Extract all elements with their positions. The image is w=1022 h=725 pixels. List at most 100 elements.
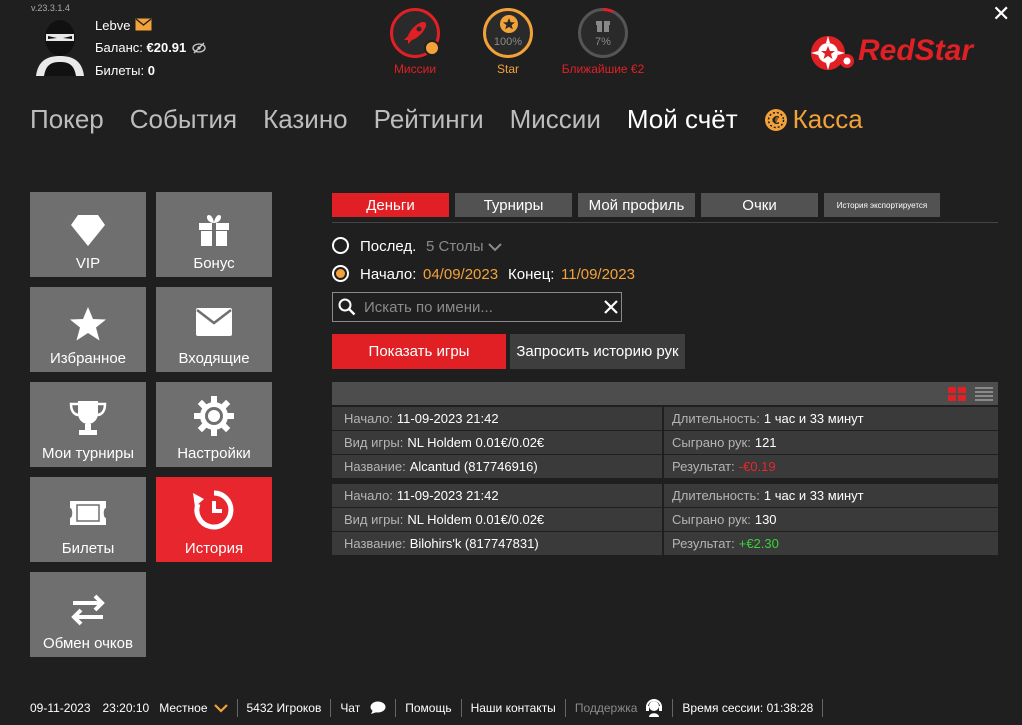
brand-logo: RedStar	[858, 34, 974, 67]
nav-my-account[interactable]: Мой счёт	[627, 104, 738, 135]
star-icon	[70, 307, 106, 341]
footer-time: 23:20:10	[102, 700, 150, 715]
tile-my-tournaments[interactable]: Мои турниры	[30, 382, 146, 467]
chat-button[interactable]: Чат	[340, 701, 386, 715]
tile-label: Билеты	[61, 540, 115, 557]
chat-bubble-icon	[370, 701, 386, 714]
grid-view-icon[interactable]	[948, 387, 966, 401]
start-date[interactable]: 04/09/2023	[423, 266, 498, 283]
footer-date: 09-11-2023	[30, 700, 91, 715]
tab-tournaments[interactable]: Турниры	[455, 193, 572, 217]
nav-events[interactable]: События	[130, 104, 237, 135]
nav-cashier-label: Касса	[792, 104, 863, 134]
bell-icon	[424, 40, 440, 56]
tab-points[interactable]: Очки	[701, 193, 818, 217]
close-icon[interactable]: ✕	[992, 3, 1010, 25]
nearest-reward-widget[interactable]: 7%	[578, 8, 628, 58]
support-link[interactable]: Поддержка	[575, 701, 638, 715]
tile-vip[interactable]: VIP	[30, 192, 146, 277]
last-count-select[interactable]: 5 Столы	[426, 238, 502, 255]
table-row[interactable]: Начало: 11-09-2023 21:42 Длительность: 1 ч…	[332, 407, 998, 430]
nav-cashier[interactable]: € Касса	[764, 104, 889, 135]
table-row[interactable]: Название: Bilohirs'k (817747831) Результа…	[332, 532, 998, 555]
username[interactable]: Lebve	[95, 18, 130, 33]
nav-missions[interactable]: Миссии	[510, 104, 601, 135]
divider	[564, 698, 566, 717]
radio-last[interactable]	[332, 237, 349, 254]
envelope-icon[interactable]	[135, 18, 152, 31]
tile-settings[interactable]: Настройки	[156, 382, 272, 467]
table-row[interactable]: Название: Alcantud (817746916) Результат:…	[332, 455, 998, 478]
game-duration: Длительность: 1 час и 33 минут	[664, 484, 998, 507]
hide-balance-icon[interactable]	[192, 41, 206, 54]
table-row[interactable]: Вид игры: NL Holdem 0.01€/0.02€ Сыграно р…	[332, 431, 998, 454]
tile-label: VIP	[75, 255, 101, 272]
footer-players: 5432 Игроков	[246, 700, 322, 715]
nav-ratings[interactable]: Рейтинги	[374, 104, 484, 135]
diamond-icon	[71, 215, 105, 246]
tile-favorites[interactable]: Избранное	[30, 287, 146, 372]
headset-icon[interactable]	[645, 698, 663, 717]
timezone-select[interactable]: Местное	[159, 701, 228, 715]
show-games-button[interactable]: Показать игры	[332, 334, 506, 369]
gift-icon	[199, 215, 229, 246]
avatar[interactable]	[32, 16, 88, 76]
list-view-icon[interactable]	[975, 387, 993, 401]
exchange-icon	[71, 594, 105, 626]
tile-label: Входящие	[178, 350, 250, 367]
star-label: Star	[496, 62, 519, 76]
main-nav: Покер События Казино Рейтинги Миссии Мой…	[30, 104, 915, 135]
tile-bonus[interactable]: Бонус	[156, 192, 272, 277]
star-progress: 100%	[483, 8, 533, 58]
export-history-button[interactable]: История экспортируется	[824, 193, 940, 217]
reward-progress: 7%	[578, 8, 628, 58]
clear-icon[interactable]	[604, 300, 618, 314]
redstar-logo-icon	[808, 33, 854, 78]
tile-label: Мои турниры	[41, 445, 135, 462]
tab-my-profile[interactable]: Мой профиль	[578, 193, 695, 217]
star-widget[interactable]: 100%	[483, 8, 533, 58]
game-name: Название: Bilohirs'k (817747831)	[332, 532, 662, 555]
nav-poker[interactable]: Покер	[30, 104, 104, 135]
game-result: Результат: -€0.19	[664, 455, 998, 478]
search-icon	[338, 298, 356, 316]
request-hand-history-button[interactable]: Запросить историю рук	[510, 334, 685, 369]
nearest-reward-label: Ближайшие €2	[561, 62, 645, 76]
tile-inbox[interactable]: Входящие	[156, 287, 272, 372]
missions-widget[interactable]	[390, 8, 440, 58]
last-count-value: 5 Столы	[426, 238, 484, 255]
divider	[395, 698, 397, 717]
table-row[interactable]: Начало: 11-09-2023 21:42 Длительность: 1 ч…	[332, 484, 998, 507]
svg-text:€: €	[771, 114, 780, 127]
tile-label: История	[184, 540, 244, 557]
tab-money[interactable]: Деньги	[332, 193, 449, 217]
help-link[interactable]: Помощь	[405, 701, 451, 715]
radio-date-range[interactable]	[332, 265, 349, 282]
nav-casino[interactable]: Казино	[263, 104, 348, 135]
tile-tickets[interactable]: Билеты	[30, 477, 146, 562]
game-start: Начало: 11-09-2023 21:42	[332, 407, 662, 430]
trophy-icon	[69, 401, 107, 435]
divider	[460, 698, 462, 717]
tile-history[interactable]: История	[156, 477, 272, 562]
ticket-icon	[70, 501, 106, 525]
history-icon	[193, 490, 234, 530]
chevron-down-icon	[213, 703, 228, 713]
tile-points-exchange[interactable]: Обмен очков	[30, 572, 146, 657]
tile-label: Избранное	[49, 350, 127, 367]
game-type: Вид игры: NL Holdem 0.01€/0.02€	[332, 431, 662, 454]
game-start: Начало: 11-09-2023 21:42	[332, 484, 662, 507]
chat-label: Чат	[340, 700, 361, 715]
contacts-link[interactable]: Наши контакты	[471, 701, 556, 715]
end-date[interactable]: 11/09/2023	[561, 266, 635, 283]
tickets: Билеты: 0	[95, 63, 155, 78]
envelope-icon	[196, 308, 232, 336]
tile-label: Бонус	[193, 255, 235, 272]
table-row[interactable]: Вид игры: NL Holdem 0.01€/0.02€ Сыграно р…	[332, 508, 998, 531]
game-result: Результат: +€2.30	[664, 532, 998, 555]
star-percent: 100%	[493, 36, 523, 48]
divider	[236, 698, 238, 717]
missions-label: Миссии	[393, 62, 437, 76]
gift-icon	[596, 21, 610, 32]
divider	[822, 698, 824, 717]
